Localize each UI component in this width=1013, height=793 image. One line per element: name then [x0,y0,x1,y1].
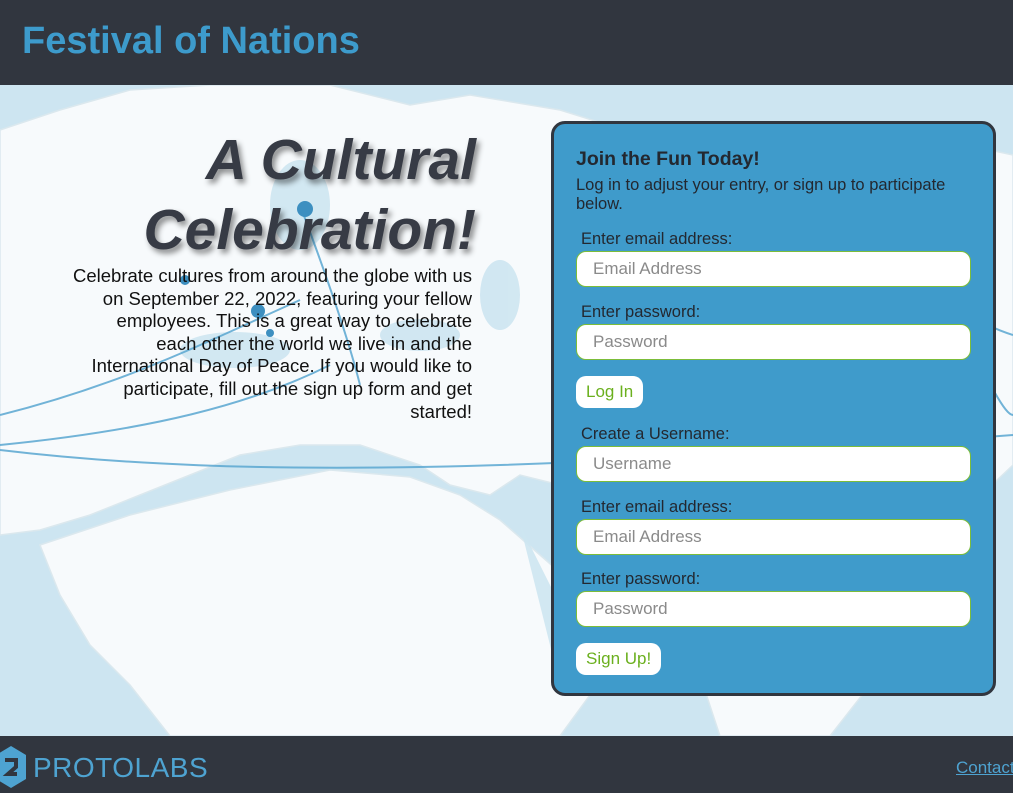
hero-intro-text: Celebrate cultures from around the globe… [73,265,472,422]
signup-email-input[interactable] [576,519,971,555]
signup-username-input[interactable] [576,446,971,482]
site-title: Festival of Nations [22,20,360,62]
login-password-input[interactable] [576,324,971,360]
contact-link[interactable]: Contact [956,758,1013,778]
site-header: Festival of Nations [0,0,1013,85]
protolabs-logo-icon [0,746,26,788]
site-footer: PROTOLABS Contact [0,736,1013,793]
signup-password-label: Enter password: [581,570,701,588]
login-email-input[interactable] [576,251,971,287]
login-email-label: Enter email address: [581,230,733,248]
login-button[interactable]: Log In [576,376,644,408]
headline-line-1: A Cultural [205,128,476,192]
signup-panel: Join the Fun Today! Log in to adjust you… [551,121,996,696]
panel-subtitle: Log in to adjust your entry, or sign up … [576,176,946,213]
panel-title: Join the Fun Today! [576,148,760,170]
login-password-label: Enter password: [581,303,701,321]
hero-headline: A Cultural Celebration! [56,125,476,265]
signup-username-label: Create a Username: [581,425,730,443]
headline-line-2: Celebration! [143,198,476,262]
signup-password-input[interactable] [576,591,971,627]
protolabs-logo-text: PROTOLABS [33,752,209,783]
signup-button[interactable]: Sign Up! [576,643,662,675]
signup-email-label: Enter email address: [581,498,733,516]
